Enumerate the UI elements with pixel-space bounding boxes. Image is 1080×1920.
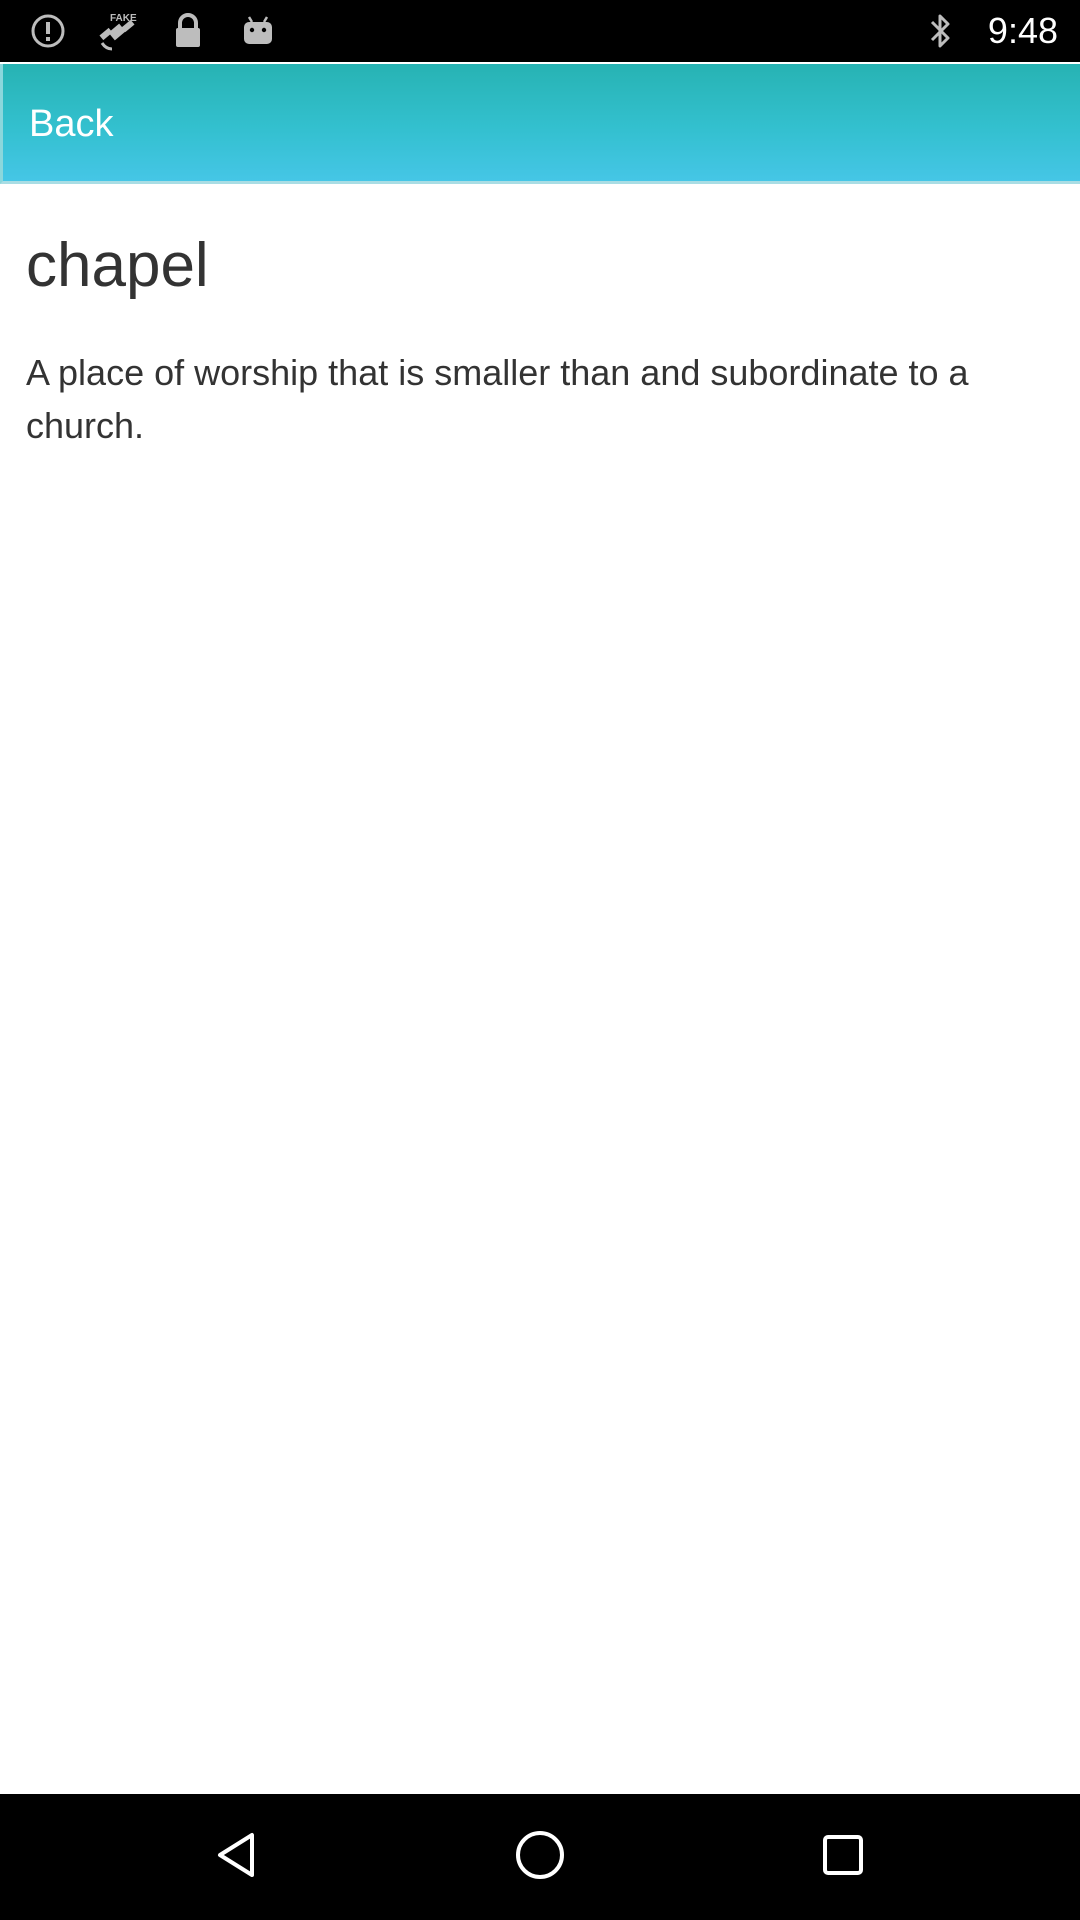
back-button[interactable]: Back — [29, 94, 113, 154]
status-left-icons: FAKE — [26, 9, 280, 53]
recents-square-icon — [819, 1831, 867, 1884]
back-triangle-icon — [212, 1829, 260, 1886]
status-bar: FAKE 9:48 — [0, 0, 1080, 62]
bluetooth-icon — [918, 9, 962, 53]
navigation-bar — [0, 1794, 1080, 1920]
android-icon — [236, 9, 280, 53]
nav-back-button[interactable] — [176, 1794, 296, 1920]
alert-circle-icon — [26, 9, 70, 53]
status-right: 9:48 — [918, 9, 1058, 53]
app-bar: Back — [0, 64, 1080, 184]
status-time: 9:48 — [987, 10, 1058, 51]
definition-content: chapel A place of worship that is smalle… — [0, 186, 1080, 1794]
nav-recents-button[interactable] — [783, 1794, 903, 1920]
home-circle-icon — [513, 1828, 567, 1887]
svg-text:FAKE: FAKE — [110, 13, 137, 24]
fake-gps-satellite-icon: FAKE — [96, 9, 140, 53]
lock-icon — [166, 9, 210, 53]
definition-text: A place of worship that is smaller than … — [26, 352, 969, 446]
nav-home-button[interactable] — [480, 1794, 600, 1920]
word-title: chapel — [26, 231, 209, 300]
